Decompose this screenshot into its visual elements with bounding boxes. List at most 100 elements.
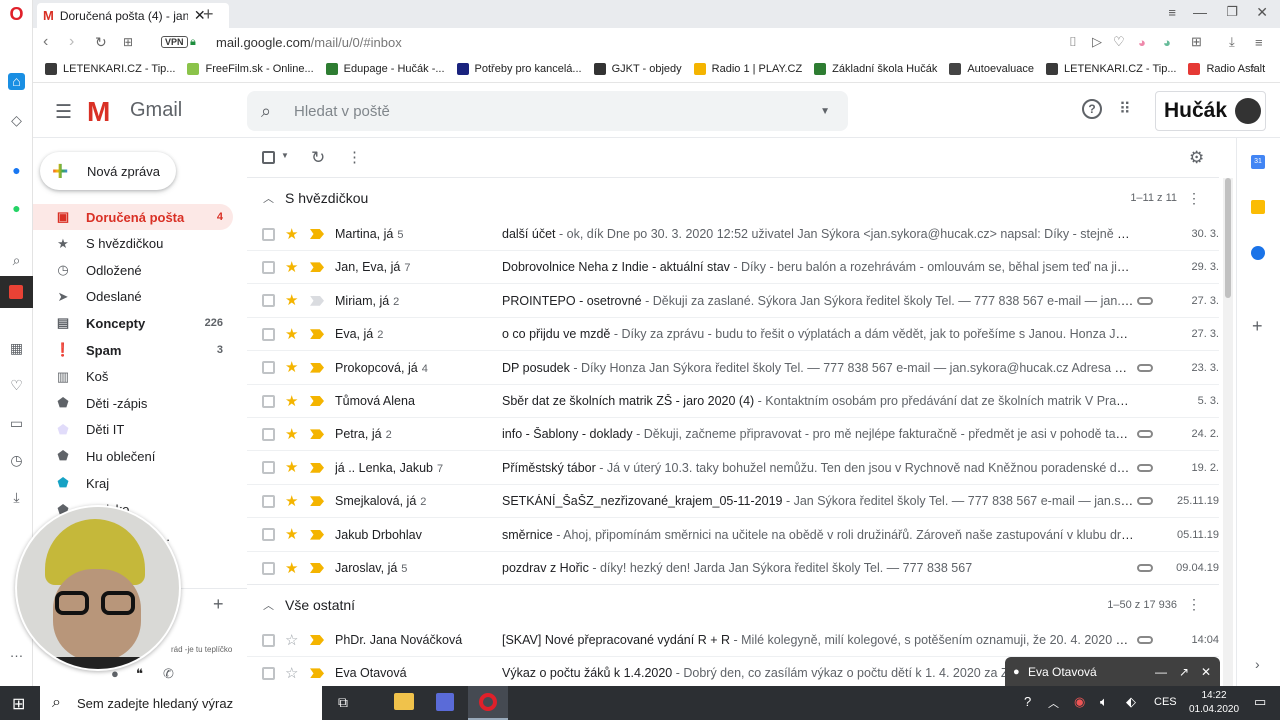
nav-item[interactable]: ⬟ Kraj [33,470,233,496]
row-checkbox[interactable] [262,461,275,475]
language-indicator[interactable]: CES [1154,696,1177,708]
important-marker-icon[interactable] [310,635,324,645]
download-icon[interactable]: ⤓ [1229,34,1235,50]
nav-item[interactable]: ▥ Koš [33,364,233,390]
attachment-icon[interactable] [1137,497,1153,506]
refresh-icon[interactable]: ↻ [311,148,325,168]
star-icon[interactable]: ★ [285,460,298,475]
nav-item[interactable]: ➤ Odeslané [33,284,233,310]
restore-icon[interactable]: ❐ [1226,4,1238,20]
popout-chat-icon[interactable]: ↗ [1179,665,1189,679]
search-input[interactable]: Hledat v poště [294,103,390,120]
url-field[interactable]: mail.google.com/mail/u/0/#inbox [216,35,402,50]
row-checkbox[interactable] [262,327,275,341]
important-marker-icon[interactable] [310,668,324,679]
email-row[interactable]: ★ Jaroslav, já 5 pozdrav z Hořic - díky! he… [247,552,1219,585]
section-menu-icon[interactable]: ⋮ [1187,190,1201,207]
important-marker-icon[interactable] [310,496,324,507]
star-icon[interactable]: ☆ [285,666,298,681]
row-checkbox[interactable] [262,361,275,375]
collapse-icon[interactable]: ︿ [263,597,274,613]
row-checkbox[interactable] [262,494,275,508]
bookmark-item[interactable]: FreeFilm.sk - Online... [187,63,314,75]
chat-popup[interactable]: ● Eva Otavová — ↗ ✕ [1005,657,1220,686]
email-row[interactable]: ★ Petra, já 2 info - Šablony - doklady - Dě… [247,418,1219,452]
section-other-header[interactable]: ︿ Vše ostatní 1–50 z 17 936 ⋮ [247,584,1219,624]
new-chat-icon[interactable]: + [213,594,224,615]
minimize-chat-icon[interactable]: — [1155,665,1167,679]
tab-gmail[interactable]: M Doručená pošta (4) - jan.sy ✕ [37,3,229,28]
email-row[interactable]: ★ Jakub Drbohlav směrnice - Ahoj, připomín… [247,518,1219,552]
important-marker-icon[interactable] [310,563,324,573]
minimize-icon[interactable]: — [1193,4,1207,20]
main-menu-icon[interactable]: ☰ [55,101,72,124]
select-dropdown-icon[interactable]: ▼ [281,151,289,160]
email-row[interactable]: ★ Smejkalová, já 2 SETKÁNÍ_ŠaŠZ_nezřizované… [247,485,1219,519]
tasks-icon[interactable] [1251,246,1265,260]
taskbar-search[interactable]: ⌕ Sem zadejte hledaný výraz [40,686,322,720]
help-icon[interactable]: ? [1082,99,1102,119]
bookmark-item[interactable]: Potřeby pro kancelá... [456,63,582,75]
search-icon[interactable]: ⌕ [8,252,25,269]
nav-item[interactable]: ★ S hvězdičkou [33,231,233,257]
bookmark-item[interactable]: Edupage - Hučák -... [325,63,445,75]
phone-icon[interactable]: ✆ [163,666,174,682]
nav-item[interactable]: ⬟ Hu oblečení [33,443,233,469]
star-icon[interactable]: ★ [285,360,298,375]
star-icon[interactable]: ★ [285,494,298,509]
attachment-icon[interactable] [1137,430,1153,439]
row-checkbox[interactable] [262,666,275,680]
email-row[interactable]: ★ Prokopcová, já 4 DP posudek - Díky Honza … [247,351,1219,385]
star-icon[interactable]: ☆ [285,633,298,648]
star-icon[interactable]: ★ [285,327,298,342]
attachment-icon[interactable] [1137,363,1153,372]
task-view-icon[interactable]: ⧉ [338,694,348,711]
attachment-icon[interactable] [1137,296,1153,305]
important-marker-icon[interactable] [310,295,324,306]
history-icon[interactable]: ◷ [8,452,25,469]
row-checkbox[interactable] [262,528,275,542]
expand-panel-icon[interactable]: › [1255,656,1260,672]
start-icon[interactable]: ⊞ [12,694,25,714]
row-checkbox[interactable] [262,561,275,575]
row-checkbox[interactable] [262,227,275,241]
opera-taskbar-button[interactable] [468,686,508,720]
forward-icon[interactable]: › [69,33,74,51]
taskbar-search-input[interactable]: Sem zadejte hledaný výraz [77,696,233,711]
email-row[interactable]: ★ Tůmová Alena Sběr dat ze školních matrik… [247,385,1219,418]
account-button[interactable]: Hučák [1155,91,1266,131]
important-marker-icon[interactable] [310,396,324,406]
important-marker-icon[interactable] [310,529,324,540]
clock[interactable]: 14:22 01.04.2020 [1186,689,1242,717]
attachment-icon[interactable] [1137,564,1153,572]
extension-icon[interactable]: ◕ [1163,35,1171,50]
attachment-icon[interactable] [1137,636,1153,644]
email-row[interactable]: ☆ PhDr. Jana Nováčková [SKAV] Nové přeprac… [247,624,1219,657]
active-panel[interactable] [0,276,33,308]
file-explorer-icon[interactable] [394,693,414,710]
send-icon[interactable]: ▷ [1092,34,1102,50]
star-icon[interactable]: ★ [285,293,298,308]
email-row[interactable]: ★ já .. Lenka, Jakub 7 Příměstský tábor - J… [247,451,1219,485]
screen-icon[interactable]: ▭ [8,415,25,432]
important-marker-icon[interactable] [310,262,324,273]
back-icon[interactable]: ‹ [43,33,48,51]
camera-icon[interactable]: ⌷ [1069,34,1077,50]
bookmark-item[interactable]: LETENKARI.CZ - Tip... [45,63,175,75]
save-app-icon[interactable] [436,693,454,711]
search-box[interactable]: ⌕ Hledat v poště ▼ [247,91,848,131]
search-icon[interactable]: ⌕ [261,101,271,122]
star-icon[interactable]: ★ [285,561,298,576]
gmail-logo-icon[interactable]: M [87,96,110,128]
important-marker-icon[interactable] [310,429,324,440]
important-marker-icon[interactable] [310,229,324,239]
attachment-icon[interactable] [1137,463,1153,472]
more-actions-icon[interactable]: ⋮ [347,148,362,166]
email-row[interactable]: ★ Martina, já 5 další účet - ok, dík Dne po… [247,218,1219,251]
important-marker-icon[interactable] [310,329,324,340]
help-icon[interactable]: ? [1024,694,1031,709]
star-icon[interactable]: ★ [285,527,298,542]
email-row[interactable]: ★ Jan, Eva, já 7 Dobrovolnice Neha z Indie … [247,251,1219,285]
keep-icon[interactable] [1251,200,1265,214]
volume-icon[interactable]: 🔈︎ [1100,694,1108,710]
